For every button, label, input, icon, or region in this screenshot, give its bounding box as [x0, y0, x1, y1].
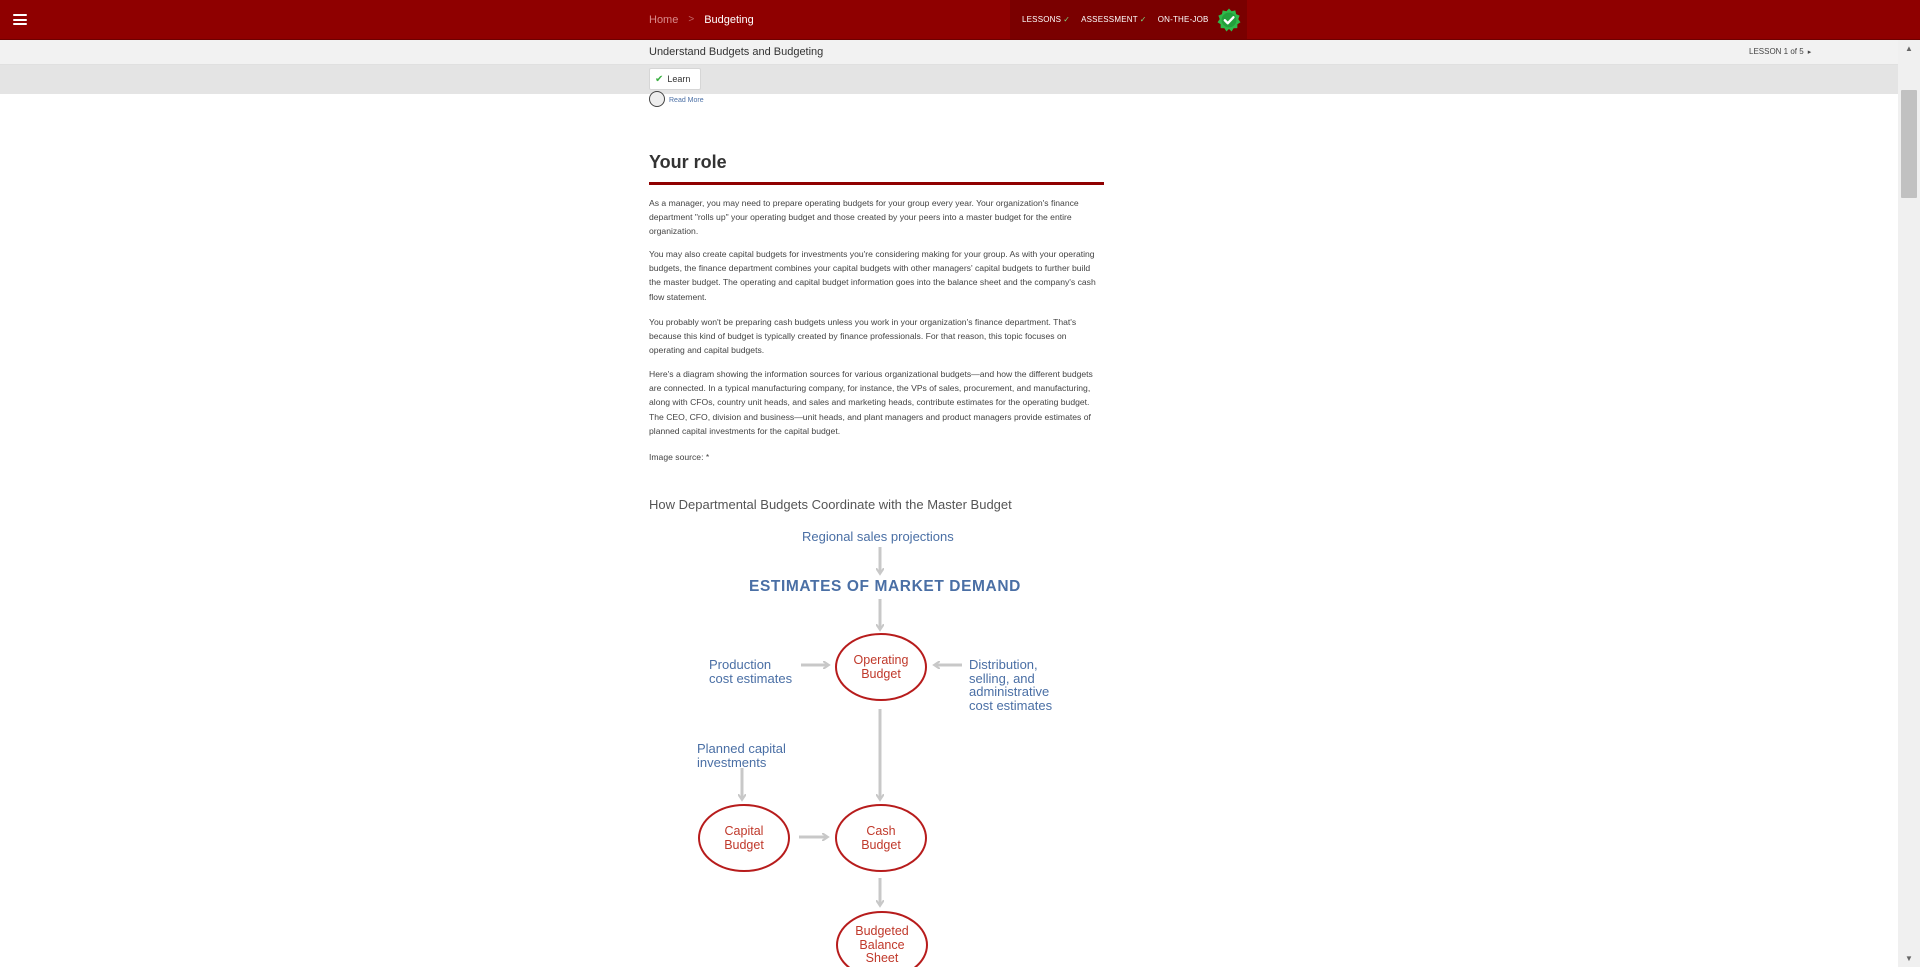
budget-flow-diagram: Regional sales projections ESTIMATES OF … [649, 520, 1109, 967]
scroll-up-arrow-icon[interactable]: ▲ [1898, 40, 1920, 57]
scroll-down-arrow-icon[interactable]: ▼ [1898, 950, 1920, 967]
progress-item-label: ASSESSMENT [1081, 15, 1138, 24]
distribution-cost-label: Distribution, selling, and administrativ… [969, 657, 1053, 713]
paragraph: You may also create capital budgets for … [649, 249, 1096, 302]
cash-budget-label: Cash Budget [861, 824, 901, 852]
breadcrumb-home-link[interactable]: Home [649, 14, 678, 26]
diagram-title: How Departmental Budgets Coordinate with… [649, 497, 1012, 512]
hamburger-icon [13, 14, 27, 25]
read-more: Read More [649, 91, 704, 108]
lesson-pager[interactable]: LESSON 1 of 5 ▸ [1749, 47, 1811, 56]
progress-item-label: ON-THE-JOB [1157, 15, 1209, 24]
vertical-scrollbar[interactable]: ▲ ▼ [1898, 40, 1920, 967]
paragraph: As a manager, you may need to prepare op… [649, 198, 1079, 237]
image-source: Image source: * [649, 452, 710, 462]
section-tabs-bar: ✔ Learn [0, 65, 1898, 94]
scrollbar-thumb[interactable] [1901, 90, 1917, 198]
menu-button[interactable] [0, 0, 40, 39]
breadcrumb-current: Budgeting [704, 13, 754, 26]
read-more-link[interactable]: Read More [669, 97, 704, 104]
lesson-count-label: LESSON 1 of 5 [1749, 47, 1804, 56]
capital-budget-label: Capital Budget [724, 824, 764, 852]
checkmark-icon: ✓ [1063, 15, 1071, 24]
planned-capital-label: Planned capital investments [697, 741, 786, 770]
progress-item-label: LESSONS [1022, 15, 1062, 24]
breadcrumb-separator: > [688, 14, 695, 25]
regional-sales-label: Regional sales projections [802, 529, 954, 544]
lesson-header: Understand Budgets and Budgeting LESSON … [0, 40, 1898, 65]
completed-badge-icon [1217, 8, 1241, 32]
checkmark-icon: ✓ [1139, 15, 1147, 24]
tab-learn[interactable]: ✔ Learn [649, 68, 701, 90]
progress-item-lessons[interactable]: LESSONS ✓ [1022, 15, 1070, 24]
lesson-title: Understand Budgets and Budgeting [649, 46, 824, 58]
section-heading: Your role [649, 152, 727, 172]
check-icon: ✔ [655, 73, 664, 85]
breadcrumb: Home > Budgeting [649, 0, 754, 39]
operating-budget-label: Operating Budget [853, 653, 909, 681]
progress-navigation: LESSONS ✓ ASSESSMENT ✓ ON-THE-JOB [1010, 0, 1247, 39]
paragraph: Here's a diagram showing the information… [649, 369, 1093, 436]
progress-item-on-the-job[interactable]: ON-THE-JOB [1158, 15, 1209, 24]
next-arrow-icon: ▸ [1807, 49, 1812, 56]
top-navigation-bar: Home > Budgeting LESSONS ✓ ASSESSMENT ✓ … [0, 0, 1920, 40]
production-cost-label: Production cost estimates [709, 657, 793, 686]
balance-sheet-label: Budgeted Balance Sheet [855, 924, 909, 965]
market-demand-heading: ESTIMATES OF MARKET DEMAND [749, 578, 1021, 595]
paragraph: You probably won't be preparing cash bud… [649, 317, 1077, 356]
heading-divider [649, 182, 1104, 185]
avatar-icon [649, 91, 665, 107]
tab-learn-label: Learn [667, 74, 691, 84]
progress-item-assessment[interactable]: ASSESSMENT ✓ [1081, 15, 1147, 24]
